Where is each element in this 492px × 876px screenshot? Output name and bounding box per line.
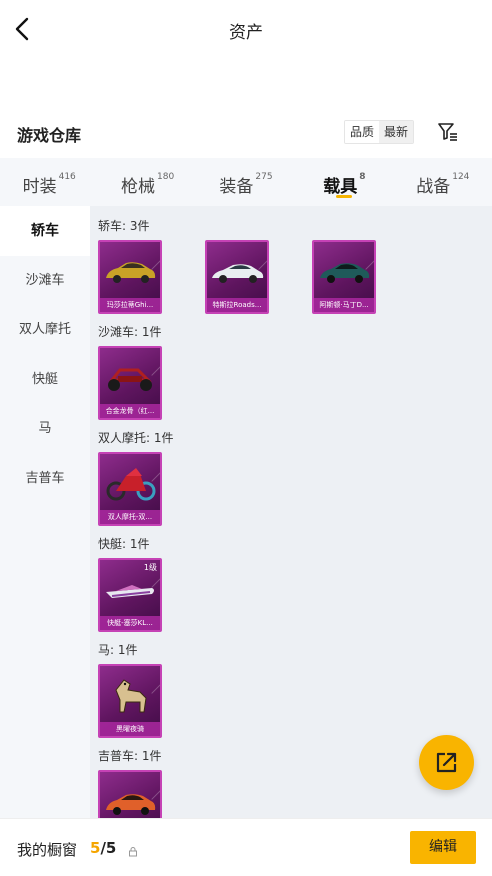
sort-newest-option[interactable]: 最新 bbox=[379, 121, 414, 143]
item-name: 玛莎拉蒂Ghi... bbox=[100, 298, 160, 312]
item-name: 双人摩托-双... bbox=[100, 510, 160, 524]
edit-button[interactable]: 编辑 bbox=[410, 831, 476, 864]
item-card[interactable]: 合金龙骨（红... bbox=[98, 346, 162, 420]
sort-quality-option[interactable]: 品质 bbox=[345, 121, 380, 143]
item-name: 黑曜夜骑 bbox=[100, 722, 160, 736]
section-label-speedboat: 快艇: 1件 bbox=[98, 537, 150, 551]
tab-fashion[interactable]: 时装 416 bbox=[0, 158, 98, 206]
vehicle-list: 轿车: 3件 玛莎拉蒂Ghi... 特斯拉Roads... 阿斯顿·马丁D...… bbox=[90, 206, 492, 818]
sidebar-item-beach-buggy[interactable]: 沙滩车 bbox=[0, 256, 90, 306]
item-card[interactable]: 玛莎拉蒂Ghi... bbox=[98, 240, 162, 314]
asset-page: 资产 游戏仓库 品质 最新 时装 416 枪械 180 装备 275 载具 8 战备 12… bbox=[0, 0, 492, 876]
item-card[interactable]: 黑曜夜骑 bbox=[98, 664, 162, 738]
showcase-label: 我的橱窗 bbox=[17, 841, 78, 859]
tab-supplies[interactable]: 战备 124 bbox=[394, 158, 492, 206]
sidebar-item-speedboat[interactable]: 快艇 bbox=[0, 355, 90, 405]
sidebar-item-horse[interactable]: 马 bbox=[0, 404, 90, 454]
section-label-motorcycle: 双人摩托: 1件 bbox=[98, 431, 174, 445]
section-label-horse: 马: 1件 bbox=[98, 643, 138, 657]
orange-car-icon bbox=[102, 782, 158, 818]
item-name: 阿斯顿·马丁D... bbox=[314, 298, 374, 312]
share-button[interactable] bbox=[419, 735, 474, 790]
tab-vehicles[interactable]: 载具 8 bbox=[295, 158, 393, 206]
category-tabs: 时装 416 枪械 180 装备 275 载具 8 战备 124 bbox=[0, 158, 492, 206]
section-label-beach-buggy: 沙滩车: 1件 bbox=[98, 325, 162, 339]
active-tab-indicator bbox=[336, 195, 353, 198]
item-card[interactable]: 特斯拉Roads... bbox=[205, 240, 269, 314]
item-card[interactable]: 1级 快艇-塞莎KL... bbox=[98, 558, 162, 632]
item-name: 合金龙骨（红... bbox=[100, 404, 160, 418]
item-name: 快艇-塞莎KL... bbox=[100, 616, 160, 630]
top-nav-bar: 资产 bbox=[0, 0, 492, 58]
buggy-icon bbox=[102, 358, 158, 396]
showcase-count: 5/5 bbox=[90, 839, 117, 857]
section-label-jeep: 吉普车: 1件 bbox=[98, 749, 162, 763]
white-roadster-icon bbox=[209, 252, 265, 290]
filter-icon[interactable] bbox=[436, 120, 460, 144]
tab-equipment[interactable]: 装备 275 bbox=[197, 158, 295, 206]
teal-sports-car-icon bbox=[316, 252, 372, 290]
sidebar-item-motorcycle[interactable]: 双人摩托 bbox=[0, 305, 90, 355]
tab-firearms[interactable]: 枪械 180 bbox=[98, 158, 196, 206]
sort-toggle: 品质 最新 bbox=[344, 120, 415, 144]
external-link-icon bbox=[436, 752, 457, 773]
horse-icon bbox=[102, 676, 158, 714]
motorcycle-icon bbox=[102, 464, 158, 502]
warehouse-title: 游戏仓库 bbox=[17, 126, 82, 145]
item-card[interactable]: 阿斯顿·马丁D... bbox=[312, 240, 376, 314]
item-card[interactable]: 双人摩托-双... bbox=[98, 452, 162, 526]
item-name: 特斯拉Roads... bbox=[207, 298, 267, 312]
vehicle-type-sidebar: 轿车 沙滩车 双人摩托 快艇 马 吉普车 bbox=[0, 206, 90, 818]
item-card[interactable] bbox=[98, 770, 162, 818]
sidebar-item-jeep[interactable]: 吉普车 bbox=[0, 454, 90, 504]
gold-sedan-icon bbox=[102, 252, 158, 290]
sidebar-item-sedan[interactable]: 轿车 bbox=[0, 206, 90, 256]
bottom-bar: 我的橱窗 5/5 编辑 bbox=[0, 818, 492, 876]
section-label-sedan: 轿车: 3件 bbox=[98, 219, 150, 233]
speedboat-icon bbox=[102, 570, 158, 608]
page-title: 资产 bbox=[229, 23, 263, 43]
lock-icon bbox=[128, 842, 138, 857]
